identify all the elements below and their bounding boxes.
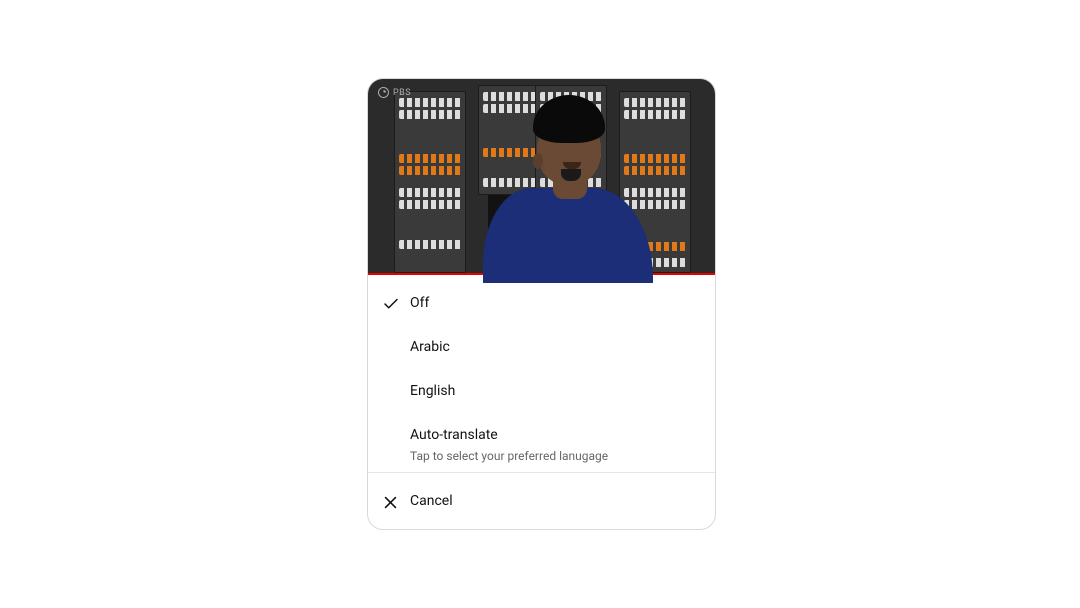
cancel-label: Cancel [410, 491, 453, 511]
video-speaker [483, 103, 653, 273]
caption-option-english[interactable]: English [368, 371, 715, 415]
caption-option-off[interactable]: Off [368, 283, 715, 327]
caption-option-label: English [410, 381, 455, 401]
channel-logo-text: PBS [393, 88, 411, 98]
check-icon [382, 293, 410, 313]
caption-option-auto-translate[interactable]: Auto-translate Tap to select your prefer… [368, 415, 715, 474]
caption-option-label: Arabic [410, 337, 450, 357]
captions-menu: Off Arabic English Auto-translate Tap to… [368, 275, 715, 473]
captions-sheet: PBS Off Arabic English [367, 78, 716, 530]
caption-option-subtitle: Tap to select your preferred lanugage [410, 448, 608, 464]
video-thumbnail[interactable]: PBS [368, 79, 715, 275]
cancel-button[interactable]: Cancel [368, 473, 715, 529]
caption-option-arabic[interactable]: Arabic [368, 327, 715, 371]
close-icon [382, 492, 410, 511]
channel-logo: PBS [378, 87, 411, 98]
pbs-logo-icon [378, 87, 389, 98]
caption-option-label: Auto-translate [410, 425, 608, 445]
caption-option-label: Off [410, 293, 429, 313]
